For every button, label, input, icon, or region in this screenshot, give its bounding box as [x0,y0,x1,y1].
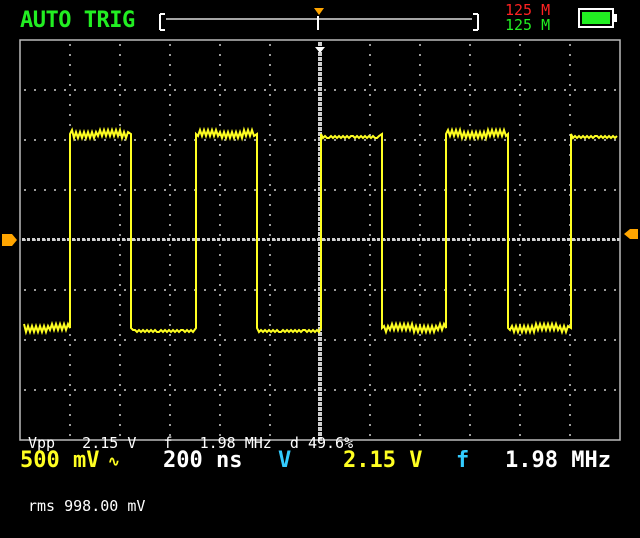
memory-depth-bottom: 125 M [505,16,551,34]
frequency-value: 1.98 MHz [505,448,611,473]
ac-coupling-icon[interactable]: ∿ [108,454,120,470]
measurement-line-2: rms 998.00 mV [28,497,146,515]
trigger-level-marker-icon [624,229,638,239]
voltage-value: 2.15 V [343,448,423,473]
memory-depth: 125 M 125 M [505,3,550,33]
buffer-position-marker-icon [314,8,324,15]
channel-ground-marker-icon [2,234,17,246]
voltage-label: V [278,448,292,473]
graticule-grid [22,42,620,441]
trigger-mode-label[interactable]: AUTO TRIG [20,8,135,33]
display-border [19,39,621,441]
memory-buffer-bar[interactable] [158,8,484,34]
channel-trace [23,126,618,336]
volts-per-div[interactable]: 500 mV [20,448,99,473]
time-per-div[interactable]: 200 ns [163,448,242,473]
frequency-label: f [456,448,470,473]
battery-full-icon [578,8,617,28]
status-bar: 500 mV ∿ 200 ns V 2.15 V f 1.98 MHz [0,446,640,480]
trigger-position-marker-icon [315,47,325,53]
